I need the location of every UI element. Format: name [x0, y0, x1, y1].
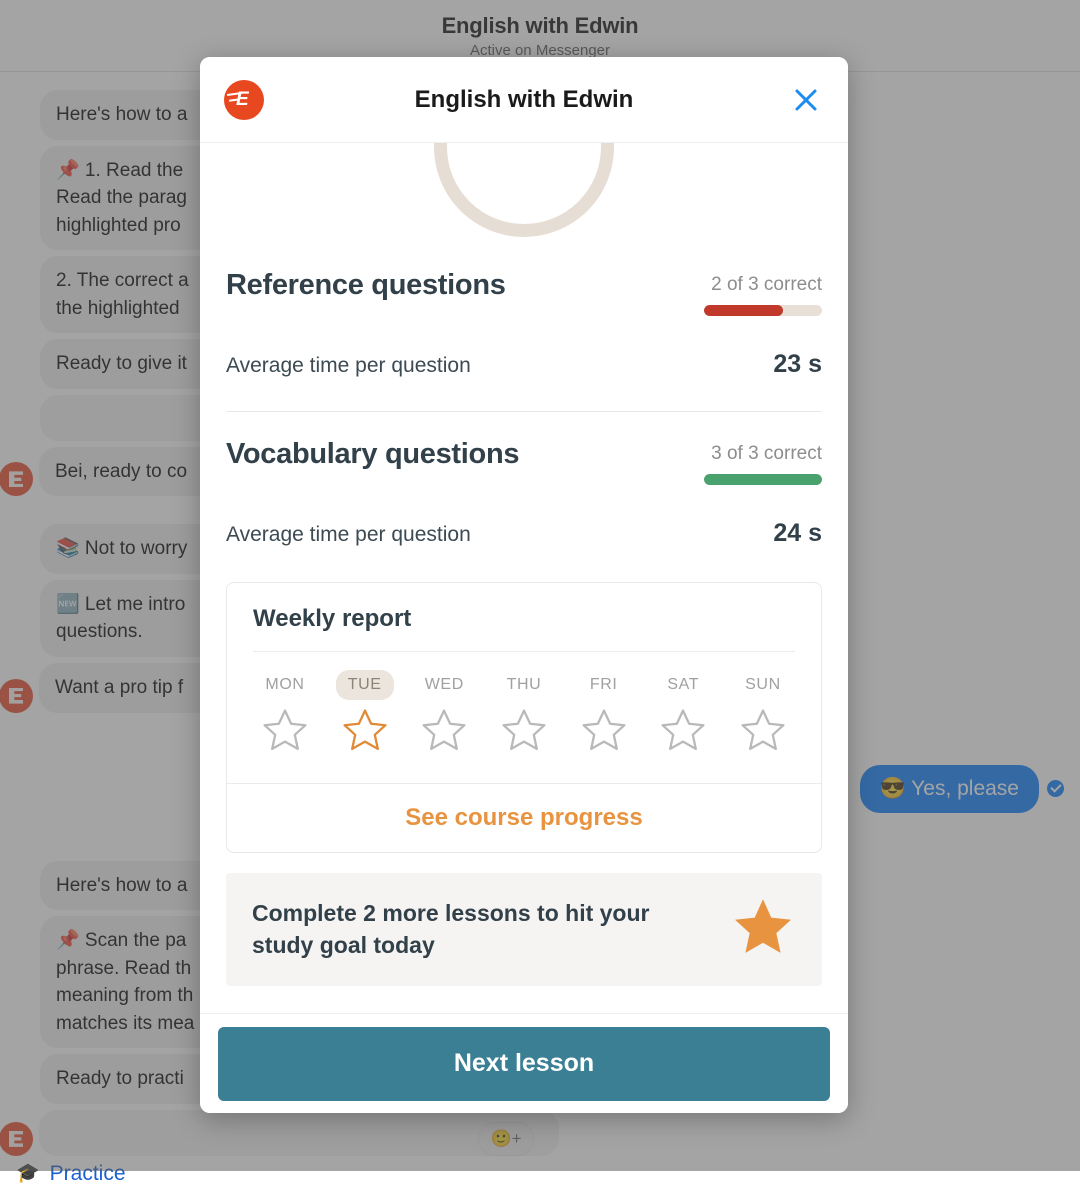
weekly-report-card: Weekly report MON TUE WED THU FRI SAT SUN See … — [226, 582, 822, 853]
modal-footer: Next lesson — [200, 1013, 848, 1113]
section-stat-label: Average time per question — [226, 354, 471, 378]
weekly-day-label: THU — [495, 670, 554, 700]
weekly-day-label: MON — [253, 670, 316, 700]
section-stat-value: 23 s — [773, 350, 822, 379]
weekly-day-list: MON TUE WED THU FRI SAT SUN — [227, 652, 821, 783]
progress-ring-icon — [434, 143, 614, 237]
weekly-day-wed[interactable]: WED — [408, 670, 480, 761]
overall-progress-ring-clipped — [200, 143, 848, 243]
section-progress-bar — [704, 474, 822, 485]
weekly-report-title: Weekly report — [227, 583, 821, 633]
weekly-day-tue[interactable]: TUE — [329, 670, 401, 761]
section-progress-fill — [704, 305, 783, 316]
weekly-day-label: FRI — [578, 670, 630, 700]
edwin-logo-icon: E — [224, 80, 264, 120]
star-outline-icon — [737, 706, 789, 761]
study-goal-text: Complete 2 more lessons to hit your stud… — [252, 898, 692, 960]
section-reference-questions: Reference questions 2 of 3 correct Avera… — [200, 243, 848, 379]
weekly-day-mon[interactable]: MON — [249, 670, 321, 761]
modal-header: E English with Edwin — [200, 57, 848, 143]
weekly-day-label: TUE — [336, 670, 394, 700]
star-filled-icon — [730, 895, 796, 964]
see-course-progress-link[interactable]: See course progress — [227, 783, 821, 852]
weekly-day-label: WED — [413, 670, 476, 700]
section-title: Reference questions — [226, 269, 506, 302]
star-outline-icon — [259, 706, 311, 761]
lesson-summary-modal: E English with Edwin Reference questions… — [200, 57, 848, 1113]
modal-body[interactable]: Reference questions 2 of 3 correct Avera… — [200, 143, 848, 1013]
section-stat-value: 24 s — [773, 519, 822, 548]
star-outline-icon — [498, 706, 550, 761]
weekly-day-label: SAT — [655, 670, 711, 700]
star-outline-icon — [339, 706, 391, 761]
weekly-day-sat[interactable]: SAT — [647, 670, 719, 761]
section-stat-label: Average time per question — [226, 523, 471, 547]
star-outline-icon — [418, 706, 470, 761]
star-outline-icon — [578, 706, 630, 761]
section-progress-fill — [704, 474, 822, 485]
next-lesson-button[interactable]: Next lesson — [218, 1027, 830, 1101]
star-outline-icon — [657, 706, 709, 761]
section-title: Vocabulary questions — [226, 438, 519, 471]
section-score-label: 3 of 3 correct — [704, 443, 822, 465]
section-progress-bar — [704, 305, 822, 316]
weekly-day-thu[interactable]: THU — [488, 670, 560, 761]
weekly-day-label: SUN — [733, 670, 793, 700]
modal-title: English with Edwin — [200, 86, 848, 114]
weekly-day-sun[interactable]: SUN — [727, 670, 799, 761]
close-icon[interactable] — [788, 82, 824, 118]
study-goal-banner: Complete 2 more lessons to hit your stud… — [226, 873, 822, 986]
section-score-label: 2 of 3 correct — [704, 274, 822, 296]
weekly-day-fri[interactable]: FRI — [568, 670, 640, 761]
section-vocabulary-questions: Vocabulary questions 3 of 3 correct Aver… — [200, 412, 848, 548]
